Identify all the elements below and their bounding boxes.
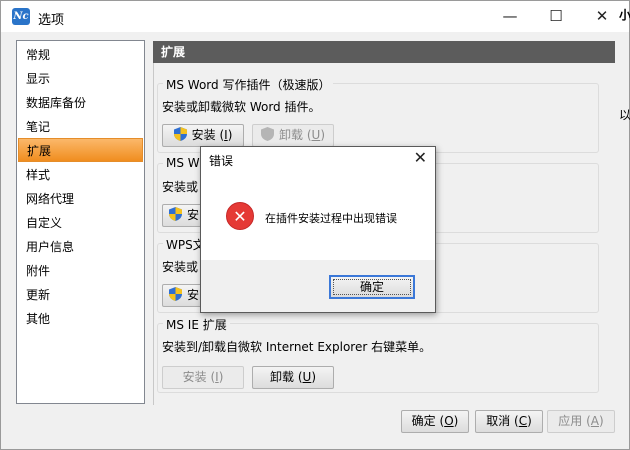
shortcut-key: C bbox=[518, 414, 528, 428]
section-header: 扩展 bbox=[153, 41, 615, 63]
sidebar-item-style[interactable]: 样式 bbox=[18, 163, 143, 187]
sidebar-item-db-backup[interactable]: 数据库备份 bbox=[18, 91, 143, 115]
sidebar-item-custom[interactable]: 自定义 bbox=[18, 211, 143, 235]
shield-icon bbox=[169, 207, 182, 221]
button-label: 取消 bbox=[486, 414, 511, 428]
maximize-button[interactable]: ☐ bbox=[533, 1, 579, 32]
window-title: 选项 bbox=[38, 13, 65, 28]
title-bar[interactable]: Nc 选项 — ☐ ✕ bbox=[1, 1, 629, 32]
shortcut-key: O bbox=[444, 414, 454, 428]
error-icon: ✕ bbox=[226, 202, 254, 230]
shield-icon bbox=[169, 287, 182, 301]
shield-icon bbox=[261, 127, 274, 141]
error-message: 在插件安装过程中出现错误 bbox=[265, 212, 397, 225]
shortcut-key: A bbox=[590, 414, 600, 428]
word-plugin-group: MS Word 写作插件（极速版） 安装或卸载微软 Word 插件。 安装 (I… bbox=[157, 76, 599, 153]
focus-ring bbox=[333, 279, 411, 295]
ok-button[interactable]: 确定 (O) bbox=[401, 410, 469, 433]
background-text: 以 bbox=[619, 108, 630, 122]
button-label: 安装 bbox=[182, 370, 207, 384]
group-description: 安装到/卸载自微软 Internet Explorer 右键菜单。 bbox=[162, 340, 432, 354]
sidebar-item-extensions[interactable]: 扩展 bbox=[18, 138, 143, 162]
group-description: 安装或 bbox=[162, 180, 199, 194]
install-button[interactable]: 安装 (I) bbox=[162, 124, 244, 147]
shortcut-key: I bbox=[224, 128, 228, 142]
sidebar-nav: 常规 显示 数据库备份 笔记 扩展 样式 网络代理 自定义 用户信息 附件 更新… bbox=[16, 40, 145, 404]
dialog-title: 错误 bbox=[209, 154, 234, 168]
button-label: 卸载 bbox=[279, 128, 304, 142]
uninstall-button[interactable]: 卸载 (U) bbox=[252, 124, 334, 147]
sidebar-item-other[interactable]: 其他 bbox=[18, 307, 143, 331]
sidebar-item-notes[interactable]: 笔记 bbox=[18, 115, 143, 139]
shortcut-key: I bbox=[215, 370, 219, 384]
sidebar-item-update[interactable]: 更新 bbox=[18, 283, 143, 307]
button-label: 安 bbox=[187, 208, 200, 222]
install-button[interactable]: 安装 (I) bbox=[162, 366, 244, 389]
button-label: 应用 bbox=[558, 414, 583, 428]
sidebar-item-proxy[interactable]: 网络代理 bbox=[18, 187, 143, 211]
shield-icon bbox=[173, 127, 187, 141]
group-title: MS Word 写作插件（极速版） bbox=[163, 76, 334, 93]
uninstall-button[interactable]: 卸载 (U) bbox=[252, 366, 334, 389]
button-label: 卸载 bbox=[270, 370, 295, 384]
sidebar-item-display[interactable]: 显示 bbox=[18, 67, 143, 91]
apply-button[interactable]: 应用 (A) bbox=[547, 410, 615, 433]
background-text: 小 bbox=[619, 8, 630, 22]
app-logo-icon: Nc bbox=[12, 8, 30, 25]
group-title: MS IE 扩展 bbox=[163, 316, 230, 333]
button-label: 安装 bbox=[191, 128, 216, 142]
group-description: 安装或卸载微软 Word 插件。 bbox=[162, 100, 321, 114]
minimize-button[interactable]: — bbox=[487, 1, 533, 32]
dialog-close-button[interactable]: ✕ bbox=[414, 148, 427, 167]
shortcut-key: U bbox=[302, 370, 312, 384]
cancel-button[interactable]: 取消 (C) bbox=[475, 410, 543, 433]
error-dialog: 错误 ✕ ✕ 在插件安装过程中出现错误 确定 bbox=[200, 146, 436, 313]
sidebar-item-general[interactable]: 常规 bbox=[18, 43, 143, 67]
sidebar-item-attachments[interactable]: 附件 bbox=[18, 259, 143, 283]
dialog-ok-button[interactable]: 确定 bbox=[329, 275, 415, 299]
button-label: 安 bbox=[187, 288, 200, 302]
shortcut-key: U bbox=[311, 128, 321, 142]
group-description: 安装或 bbox=[162, 260, 199, 274]
ie-extension-group: MS IE 扩展 安装到/卸载自微软 Internet Explorer 右键菜… bbox=[157, 316, 599, 393]
sidebar-item-user-info[interactable]: 用户信息 bbox=[18, 235, 143, 259]
group-title: MS W bbox=[163, 156, 203, 170]
button-label: 确定 bbox=[411, 414, 436, 428]
